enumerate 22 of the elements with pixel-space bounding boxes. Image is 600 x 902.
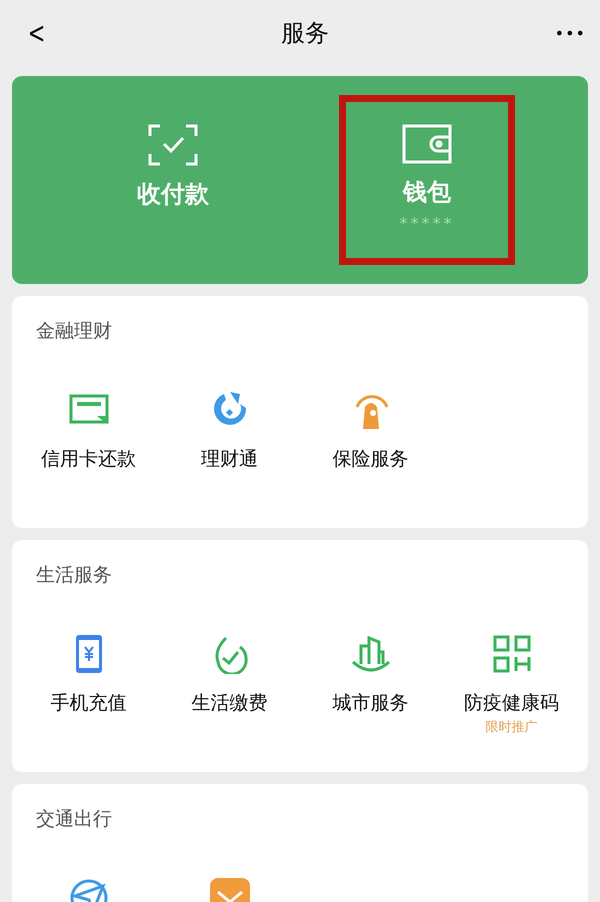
- section-title: 交通出行: [36, 807, 113, 832]
- wallet-label: 钱包: [403, 177, 451, 208]
- hidden-balance: *****: [400, 214, 454, 233]
- wallet-icon: [402, 124, 452, 164]
- service-item[interactable]: 手机充值: [18, 632, 159, 716]
- service-item[interactable]: 防疫健康码 限时推广: [441, 632, 582, 736]
- page-title: 服务: [280, 21, 329, 45]
- section-title: 金融理财: [36, 319, 113, 344]
- service-item[interactable]: 保险服务: [300, 388, 441, 472]
- scan-check-icon: [148, 124, 198, 166]
- card-icon: [68, 394, 108, 426]
- service-item[interactable]: 生活缴费: [159, 632, 300, 716]
- service-item[interactable]: 理财通: [159, 388, 300, 472]
- pay-label: 收付款: [137, 179, 209, 210]
- service-item[interactable]: 城市服务: [300, 632, 441, 716]
- qr-code-icon: [492, 635, 530, 673]
- section-title: 生活服务: [36, 563, 113, 588]
- back-button[interactable]: <: [24, 16, 50, 50]
- promo-tag: 限时推广: [486, 718, 538, 736]
- phone-icon: [74, 634, 102, 674]
- service-item[interactable]: 信用卡还款: [18, 388, 159, 472]
- more-button[interactable]: •••: [554, 24, 586, 42]
